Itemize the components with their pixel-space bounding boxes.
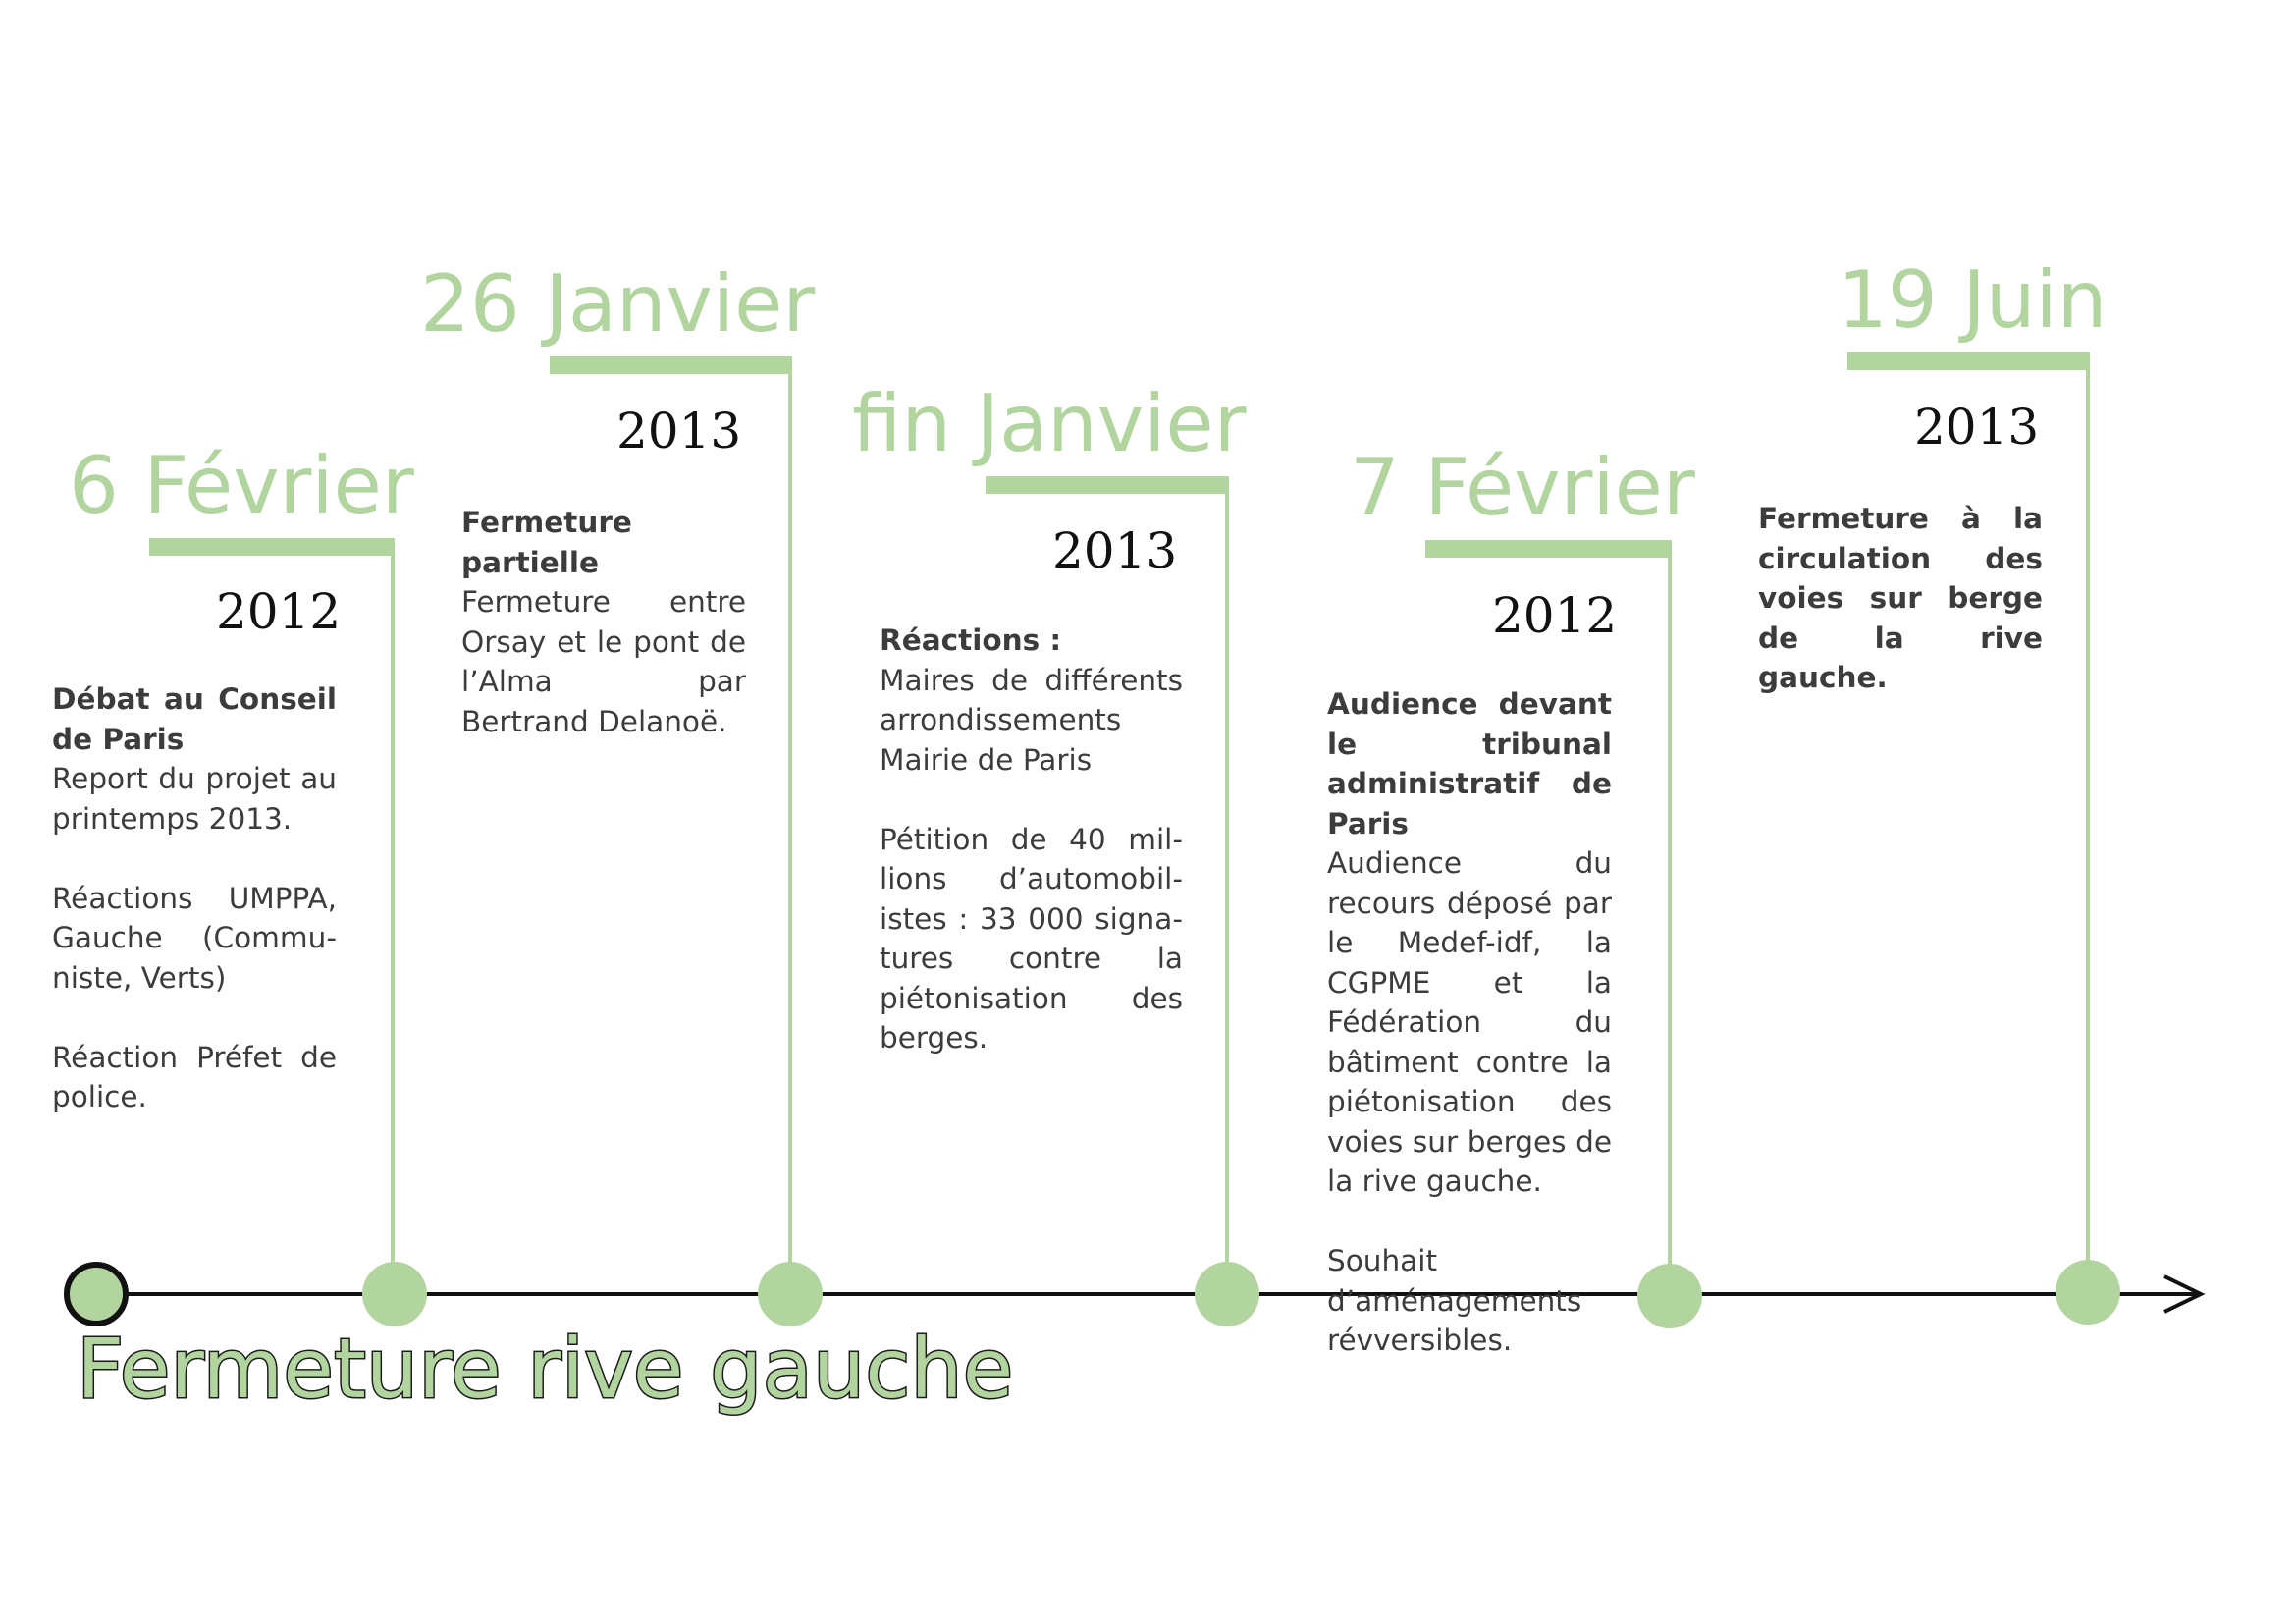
event-date: fin Janvier bbox=[852, 378, 1247, 469]
event-paragraph: Réaction Préfet de police. bbox=[52, 1038, 337, 1117]
event-text: Souhait d’aménage­ments révversibles. bbox=[1327, 1244, 1582, 1357]
timeline-start-marker bbox=[64, 1262, 129, 1326]
event-text: Maires de différents arrondissements Mai… bbox=[880, 663, 1183, 777]
event-description: Réactions : Maires de différents arrondis… bbox=[880, 621, 1183, 1058]
event-description: Débat au Conseil de Paris Report du proje… bbox=[52, 679, 337, 1117]
event-text: Audience du recours déposé par le Medef-… bbox=[1327, 846, 1612, 1198]
event-date: 19 Juin bbox=[1838, 254, 2108, 346]
event-heading: Fermeture partielle bbox=[461, 506, 632, 579]
event-year: 2013 bbox=[1914, 399, 2040, 456]
event-year: 2012 bbox=[1492, 587, 1618, 644]
event-text: Réaction Préfet de police. bbox=[52, 1040, 337, 1114]
event-heading: Réactions : bbox=[880, 623, 1062, 657]
event-paragraph: Fermeture à la cir­culation des voies su… bbox=[1758, 499, 2043, 698]
event-heading: Fermeture à la cir­culation des voies su… bbox=[1758, 502, 2043, 694]
event-date: 7 Février bbox=[1350, 442, 1695, 533]
page-title: Fermeture rive gauche bbox=[75, 1321, 1014, 1417]
event-heading: Débat au Conseil de Paris bbox=[52, 682, 337, 756]
event-node bbox=[2056, 1260, 2120, 1325]
event-text: Report du projet au printemps 2013. bbox=[52, 762, 337, 836]
event-paragraph: Débat au Conseil de Paris Report du proje… bbox=[52, 679, 337, 839]
event-date: 6 Février bbox=[69, 440, 414, 531]
event-paragraph: Pétition de 40 mil­lions d’automobil­ist… bbox=[880, 820, 1183, 1058]
event-description: Fermeture à la cir­culation des voies su… bbox=[1758, 499, 2043, 698]
event-text: Pétition de 40 mil­lions d’automobil­ist… bbox=[880, 822, 1183, 1056]
event-node bbox=[362, 1262, 427, 1326]
event-paragraph: Fermeture partielle Fermeture entre Orsay… bbox=[461, 503, 746, 741]
event-paragraph: Souhait d’aménage­ments révversibles. bbox=[1327, 1241, 1612, 1361]
event-year: 2012 bbox=[216, 583, 342, 640]
event-heading: Audience devant le tribunal administra­t… bbox=[1327, 687, 1612, 840]
event-node bbox=[758, 1262, 823, 1326]
event-year: 2013 bbox=[616, 403, 742, 460]
event-node bbox=[1637, 1264, 1702, 1328]
event-date: 26 Janvier bbox=[420, 258, 816, 350]
event-node bbox=[1195, 1262, 1259, 1326]
event-description: Audience devant le tribunal administra­t… bbox=[1327, 684, 1612, 1361]
event-paragraph: Réactions : Maires de différents arrondis… bbox=[880, 621, 1183, 780]
event-paragraph: Audience devant le tribunal administra­t… bbox=[1327, 684, 1612, 1202]
event-year: 2013 bbox=[1052, 522, 1178, 579]
event-text: Fermeture entre Orsay et le pont de l’Al… bbox=[461, 585, 746, 738]
event-paragraph: Réactions UMPPA, Gauche (Commu­niste, Ve… bbox=[52, 879, 337, 999]
event-description: Fermeture partielle Fermeture entre Orsay… bbox=[461, 503, 746, 741]
event-text: Réactions UMPPA, Gauche (Commu­niste, Ve… bbox=[52, 881, 337, 995]
